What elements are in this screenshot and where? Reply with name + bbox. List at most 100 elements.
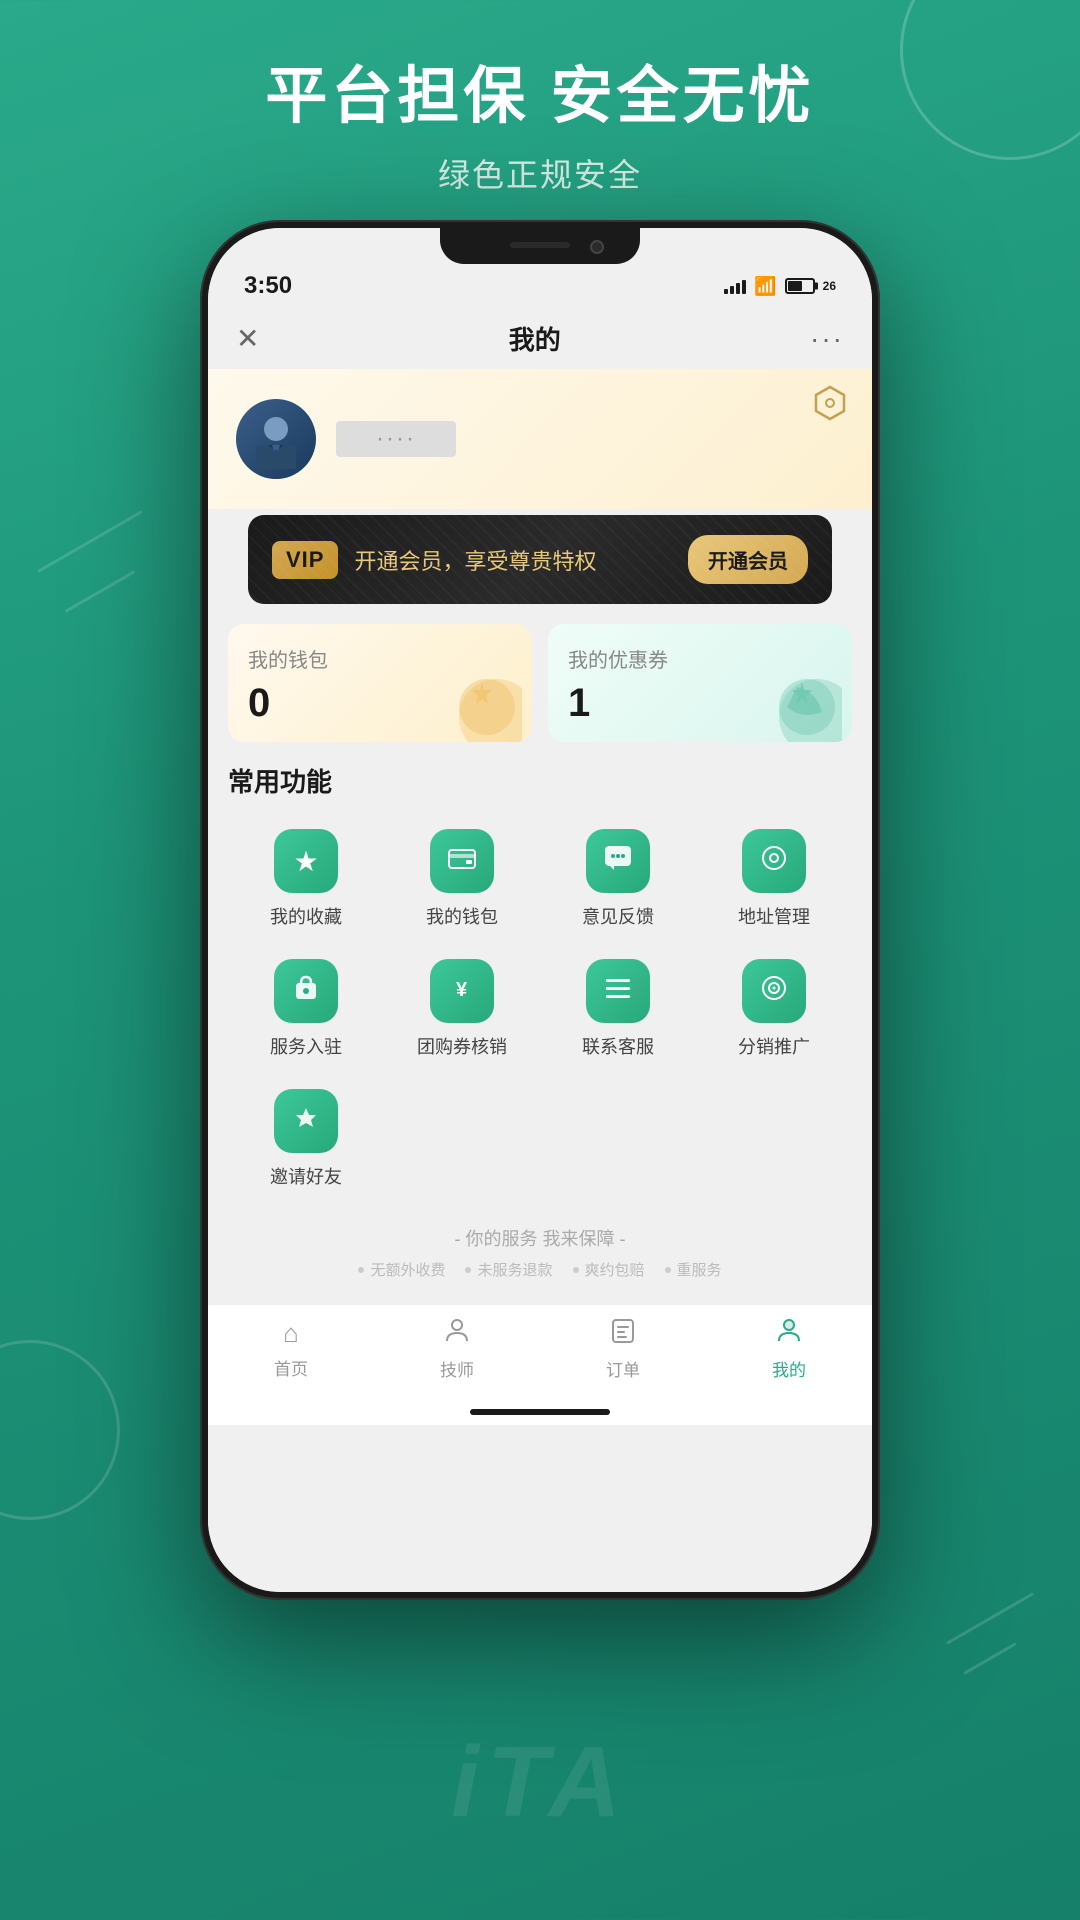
signal-bar-2 [730,286,734,294]
nav-orders[interactable]: 订单 [606,1317,640,1381]
address-icon [761,845,787,878]
service-guarantee-title: - 你的服务 我来保障 - [228,1225,852,1251]
distribution-icon-bg [742,959,806,1023]
favorites-icon-bg: ★ [274,829,338,893]
invite-icon [292,1105,320,1137]
mine-icon [776,1317,802,1350]
address-icon-bg [742,829,806,893]
function-wallet[interactable]: 我的钱包 [384,819,540,949]
wallet-card[interactable]: 我的钱包 0 [228,624,532,742]
function-feedback[interactable]: 意见反馈 [540,819,696,949]
settings-hex-icon[interactable] [812,385,848,421]
bg-circle-bottom-left [0,1340,120,1520]
wallet-func-icon-bg [430,829,494,893]
address-label: 地址管理 [738,903,810,929]
profile-name: ···· [336,421,456,457]
home-indicator [470,1409,610,1415]
service-item-label-2: 未服务退款 [477,1259,552,1280]
mine-label: 我的 [772,1356,806,1381]
bottom-nav: ⌂ 首页 技师 [208,1304,872,1401]
distribution-label: 分销推广 [738,1033,810,1059]
favorites-icon: ★ [293,845,318,878]
orders-icon [610,1317,636,1350]
header-title: 平台担保 安全无忧 [0,60,1080,134]
feedback-icon-bg [586,829,650,893]
invite-label: 邀请好友 [270,1163,342,1189]
service-guarantee-section: - 你的服务 我来保障 - 无额外收费 未服务退款 爽约包赔 [208,1209,872,1304]
deco-line-1 [37,510,142,573]
deco-line-2 [65,570,136,613]
more-button[interactable]: ··· [810,323,844,355]
home-icon: ⌂ [283,1318,299,1349]
nav-mine[interactable]: 我的 [772,1317,806,1381]
svg-text:¥: ¥ [456,979,468,1000]
wallet-func-label: 我的钱包 [426,903,498,929]
wifi-icon: 📶 [754,276,776,297]
signal-icon [724,278,746,294]
profile-info: ···· [236,399,844,479]
status-time: 3:50 [244,272,292,300]
function-address[interactable]: 地址管理 [696,819,852,949]
battery-label: 26 [823,279,836,293]
navbar-title: 我的 [509,320,561,357]
cards-row: 我的钱包 0 我的优惠券 1 [208,604,872,742]
notch-speaker [510,242,570,248]
deco-line-3 [946,1592,1034,1645]
nav-home[interactable]: ⌂ 首页 [274,1318,308,1380]
service-item-label-3: 爽约包赔 [585,1259,645,1280]
signal-bar-4 [742,280,746,294]
notch-camera [590,240,604,254]
profile-avatar[interactable] [236,399,316,479]
functions-title: 常用功能 [228,762,852,799]
signal-bar-1 [724,289,728,294]
status-icons: 📶 26 [724,276,836,297]
service-item-label-1: 无额外收费 [370,1259,445,1280]
profile-section: ···· [208,369,872,509]
customer-service-icon [605,975,631,1007]
header-subtitle: 绿色正规安全 [0,150,1080,196]
service-dot-1 [358,1267,364,1273]
technician-icon [444,1317,470,1350]
service-item-1: 无额外收费 [358,1259,445,1280]
customer-service-label: 联系客服 [582,1033,654,1059]
nav-technician[interactable]: 技师 [440,1317,474,1381]
app-content: ···· VIP 开通会员，享受尊贵特权 开通会员 我的钱包 0 [208,369,872,1592]
service-item-2: 未服务退款 [465,1259,552,1280]
service-entry-label: 服务入驻 [270,1033,342,1059]
app-navbar: ✕ 我的 ··· [208,308,872,369]
functions-grid: ★ 我的收藏 [228,819,852,1209]
deco-line-4 [963,1642,1016,1675]
feedback-label: 意见反馈 [582,903,654,929]
home-label: 首页 [274,1355,308,1380]
group-coupon-icon: ¥ [449,975,475,1007]
service-dot-3 [573,1267,579,1273]
group-coupon-icon-bg: ¥ [430,959,494,1023]
avatar-image [236,399,316,479]
ita-watermark: iTA [451,1725,629,1840]
coupon-icon [762,662,842,742]
vip-banner[interactable]: VIP 开通会员，享受尊贵特权 开通会员 [248,515,832,604]
function-invite[interactable]: 邀请好友 [228,1079,384,1209]
function-favorites[interactable]: ★ 我的收藏 [228,819,384,949]
service-entry-icon-bg [274,959,338,1023]
distribution-icon [761,975,787,1008]
service-item-4: 重服务 [665,1259,722,1280]
battery-icon [785,278,815,294]
function-group-coupon[interactable]: ¥ 团购券核销 [384,949,540,1079]
phone-screen: 3:50 📶 26 ✕ 我的 ··· [208,228,872,1592]
coupon-card[interactable]: 我的优惠券 1 [548,624,852,742]
function-service-entry[interactable]: 服务入驻 [228,949,384,1079]
function-customer-service[interactable]: 联系客服 [540,949,696,1079]
phone-mockup: 3:50 📶 26 ✕ 我的 ··· [200,220,880,1600]
invite-icon-bg [274,1089,338,1153]
function-distribution[interactable]: 分销推广 [696,949,852,1079]
orders-label: 订单 [606,1356,640,1381]
wallet-icon [442,662,522,742]
favorites-label: 我的收藏 [270,903,342,929]
vip-lines [248,515,832,604]
service-item-3: 爽约包赔 [573,1259,645,1280]
signal-bar-3 [736,283,740,294]
close-button[interactable]: ✕ [236,322,259,355]
service-dot-4 [665,1267,671,1273]
service-dot-2 [465,1267,471,1273]
